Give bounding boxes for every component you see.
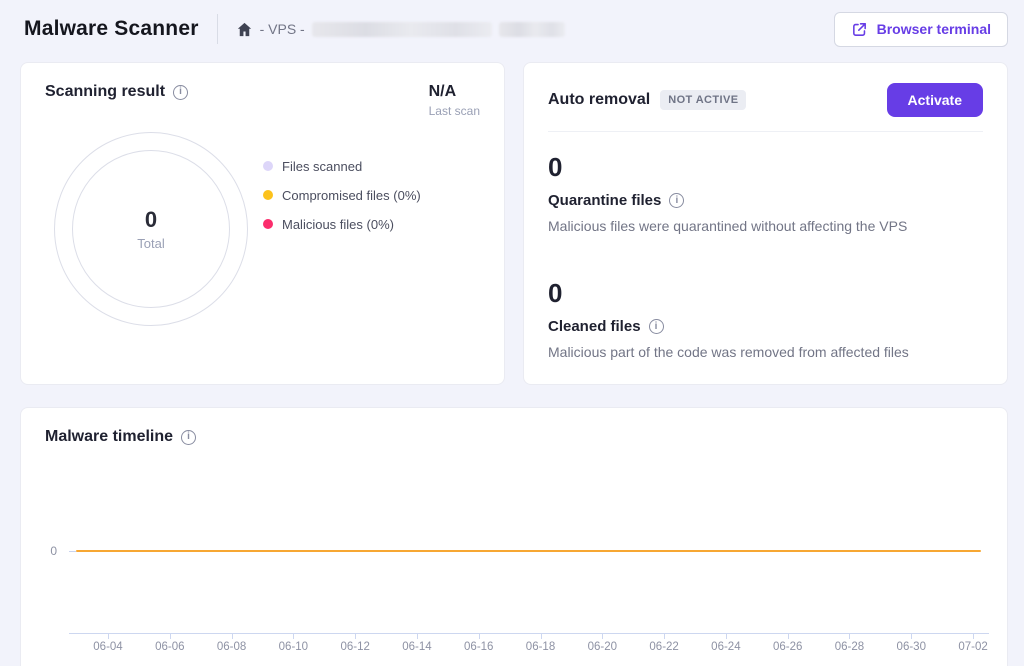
activate-button[interactable]: Activate bbox=[887, 83, 983, 117]
x-axis-tick bbox=[108, 633, 109, 639]
x-axis-tick-label: 06-10 bbox=[279, 641, 308, 653]
auto-removal-title: Auto removal bbox=[548, 91, 650, 109]
last-scan-value: N/A bbox=[429, 83, 480, 101]
malware-timeline-card: Malware timeline i 0 06-0406-0606-0806-1… bbox=[20, 407, 1008, 666]
legend-dot-icon bbox=[263, 161, 273, 171]
x-axis-tick-label: 06-04 bbox=[93, 641, 122, 653]
removal-stats: 0 Quarantine files i Malicious files were q… bbox=[548, 152, 983, 360]
legend-label: Compromised files (0%) bbox=[282, 188, 421, 203]
x-axis-tick-label: 07-02 bbox=[958, 641, 987, 653]
x-axis-tick-label: 06-08 bbox=[217, 641, 246, 653]
x-axis-tick-label: 06-30 bbox=[897, 641, 926, 653]
x-axis-tick-label: 06-14 bbox=[402, 641, 431, 653]
y-axis-tick-label: 0 bbox=[43, 544, 57, 558]
x-axis-tick bbox=[849, 633, 850, 639]
x-axis-tick bbox=[602, 633, 603, 639]
stat-value: 0 bbox=[548, 278, 983, 309]
x-axis-tick bbox=[911, 633, 912, 639]
header-divider bbox=[217, 14, 218, 44]
legend-item: Malicious files (0%) bbox=[263, 216, 421, 232]
legend-label: Malicious files (0%) bbox=[282, 217, 394, 232]
info-icon[interactable]: i bbox=[649, 319, 664, 334]
stat-label: Quarantine files bbox=[548, 192, 661, 209]
page-header: Malware Scanner - VPS - Browser terminal bbox=[0, 0, 1024, 58]
x-axis-tick-label: 06-20 bbox=[588, 641, 617, 653]
x-axis-tick-label: 06-24 bbox=[711, 641, 740, 653]
legend-item: Files scanned bbox=[263, 158, 421, 174]
legend-dot-icon bbox=[263, 219, 273, 229]
x-axis-tick bbox=[664, 633, 665, 639]
scanning-result-title: Scanning result bbox=[45, 83, 165, 101]
x-axis-tick-label: 06-28 bbox=[835, 641, 864, 653]
y-axis-tick bbox=[69, 551, 76, 552]
timeline-data-line bbox=[76, 550, 981, 552]
browser-terminal-button[interactable]: Browser terminal bbox=[834, 12, 1008, 47]
donut-total-value: 0 bbox=[145, 207, 157, 233]
x-axis-tick bbox=[973, 633, 974, 639]
breadcrumb-label: - VPS - bbox=[260, 21, 305, 37]
donut-total-label: Total bbox=[137, 236, 164, 251]
legend-item: Compromised files (0%) bbox=[263, 187, 421, 203]
stat-value: 0 bbox=[548, 152, 983, 183]
x-axis-tick bbox=[726, 633, 727, 639]
x-axis-tick-label: 06-26 bbox=[773, 641, 802, 653]
timeline-chart: 0 06-04 06-06 06-08 06-10 06-12 06-14 06-16 06-… bbox=[21, 408, 1007, 666]
legend-label: Files scanned bbox=[282, 159, 362, 174]
stat-description: Malicious part of the code was removed f… bbox=[548, 344, 983, 360]
info-icon[interactable]: i bbox=[669, 193, 684, 208]
status-badge: NOT ACTIVE bbox=[660, 90, 746, 110]
x-axis-tick bbox=[788, 633, 789, 639]
x-axis-tick-label: 06-22 bbox=[649, 641, 678, 653]
last-scan-label: Last scan bbox=[429, 104, 480, 118]
redacted-vps-host bbox=[499, 22, 565, 37]
x-axis-tick-label: 06-16 bbox=[464, 641, 493, 653]
x-axis-tick bbox=[293, 633, 294, 639]
x-axis-tick bbox=[417, 633, 418, 639]
home-icon[interactable] bbox=[236, 21, 253, 38]
card-divider bbox=[548, 131, 983, 132]
stat-label: Cleaned files bbox=[548, 318, 641, 335]
scan-donut-chart: 0 Total bbox=[54, 132, 248, 326]
browser-terminal-label: Browser terminal bbox=[877, 21, 991, 37]
legend-dot-icon bbox=[263, 190, 273, 200]
scan-donut-hole: 0 Total bbox=[72, 150, 230, 308]
info-icon[interactable]: i bbox=[173, 85, 188, 100]
x-axis-tick-label: 06-12 bbox=[340, 641, 369, 653]
x-axis-tick-label: 06-18 bbox=[526, 641, 555, 653]
x-axis-tick bbox=[479, 633, 480, 639]
stat-block: 0 Cleaned files i Malicious part of the cod… bbox=[548, 278, 983, 360]
external-link-icon bbox=[851, 21, 868, 38]
stat-block: 0 Quarantine files i Malicious files were q… bbox=[548, 152, 983, 234]
scanning-result-card: Scanning result i N/A Last scan 0 Total … bbox=[20, 62, 505, 385]
scan-legend: Files scanned Compromised files (0%) Malic… bbox=[263, 158, 421, 232]
x-axis-tick bbox=[355, 633, 356, 639]
x-axis-tick bbox=[232, 633, 233, 639]
x-axis-tick bbox=[541, 633, 542, 639]
x-axis-tick-label: 06-06 bbox=[155, 641, 184, 653]
page-title: Malware Scanner bbox=[24, 17, 199, 41]
redacted-vps-name bbox=[312, 22, 492, 37]
stat-description: Malicious files were quarantined without… bbox=[548, 218, 983, 234]
breadcrumb: - VPS - bbox=[236, 21, 565, 38]
auto-removal-card: Auto removal NOT ACTIVE Activate 0 Quaran… bbox=[523, 62, 1008, 385]
x-axis-line bbox=[69, 633, 989, 634]
x-axis-tick bbox=[170, 633, 171, 639]
